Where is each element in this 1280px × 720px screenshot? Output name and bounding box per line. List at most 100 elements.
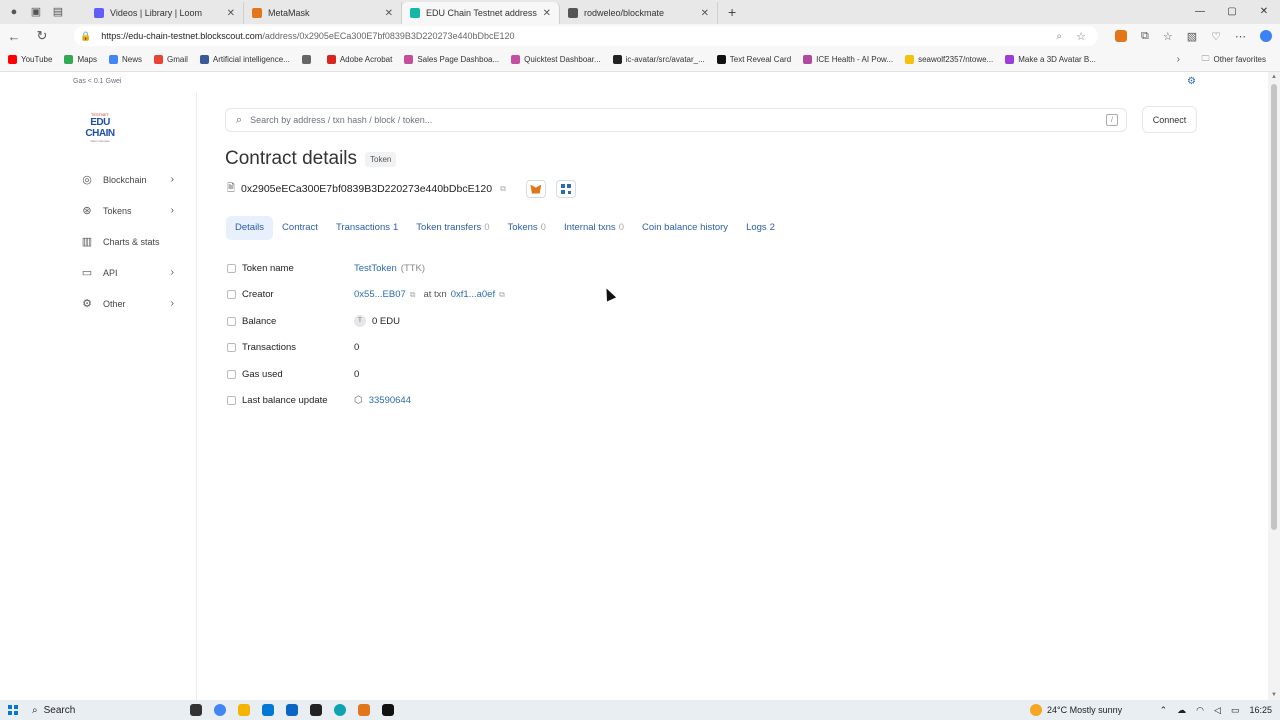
sidebar-item-charts-stats[interactable]: ▥ Charts & stats xyxy=(80,226,180,257)
copilot-icon[interactable] xyxy=(1260,29,1272,42)
collections-icon[interactable]: ▧ xyxy=(1187,30,1197,43)
tab-actions-icon[interactable]: ▤ xyxy=(52,6,64,18)
creator-address-link[interactable]: 0x55...EB07 xyxy=(354,289,406,300)
add-to-metamask-button[interactable] xyxy=(525,180,546,198)
close-tab-icon[interactable]: ✕ xyxy=(543,8,551,19)
creator-txn-link[interactable]: 0xf1...a0ef xyxy=(451,289,495,300)
tab-internal-txns[interactable]: Internal txns 0 xyxy=(555,216,633,240)
connect-wallet-button[interactable]: Connect xyxy=(1142,106,1197,133)
bookmark-item[interactable]: seawolf2357/ntowe... xyxy=(905,55,993,64)
tab-token-transfers[interactable]: Token transfers 0 xyxy=(407,216,498,240)
close-tab-icon[interactable]: ✕ xyxy=(227,8,235,19)
gas-value[interactable]: < 0.1 Gwei xyxy=(88,78,122,85)
url-field[interactable]: 🔒 https://edu-chain-testnet.blockscout.c… xyxy=(74,26,1098,46)
battery-icon[interactable]: ▭ xyxy=(1231,705,1240,716)
favorites-icon[interactable]: ☆ xyxy=(1163,30,1173,43)
wifi-icon[interactable]: ◠ xyxy=(1196,705,1204,716)
sidebar-item-api[interactable]: ▭ API › xyxy=(80,257,180,288)
tab-transactions[interactable]: Transactions 1 xyxy=(327,216,407,240)
outlook-icon[interactable] xyxy=(262,704,274,716)
copy-icon[interactable]: ⧉ xyxy=(410,290,416,300)
sidebar-item-tokens[interactable]: ⊛ Tokens › xyxy=(80,195,180,226)
browser-tab[interactable]: Videos | Library | Loom ✕ xyxy=(86,2,244,24)
sidebar-item-other[interactable]: ⚙ Other › xyxy=(80,288,180,319)
page-scrollbar[interactable]: ▲ ▼ xyxy=(1268,72,1280,700)
bookmark-item[interactable]: News xyxy=(109,55,142,64)
copy-icon[interactable]: ⧉ xyxy=(499,290,505,300)
reload-icon[interactable]: ↻ xyxy=(28,28,56,44)
sidebar-item-label: API xyxy=(103,267,118,278)
settings-gear-icon[interactable]: ⚙ xyxy=(1187,76,1196,87)
edu-chain-logo[interactable]: TESTNET EDU CHAIN Open Campus xyxy=(80,112,120,143)
mail-icon[interactable] xyxy=(286,704,298,716)
cloud-icon[interactable]: ☁ xyxy=(1177,705,1186,716)
info-icon[interactable] xyxy=(227,369,236,379)
copy-icon[interactable]: ⧉ xyxy=(500,184,506,194)
edge-icon[interactable] xyxy=(334,704,346,716)
browser-tab[interactable]: EDU Chain Testnet address details ✕ xyxy=(402,2,560,24)
bookmark-item[interactable]: Quicktest Dashboar... xyxy=(511,55,601,64)
maximize-icon[interactable]: ▢ xyxy=(1216,0,1248,24)
extensions-icon[interactable]: ⧉ xyxy=(1141,30,1149,43)
scroll-up-icon[interactable]: ▲ xyxy=(1271,74,1277,80)
profile-icon[interactable]: ● xyxy=(8,6,20,18)
taskbar-search[interactable]: ⌕ Search xyxy=(32,705,182,716)
metamask-extension-icon[interactable] xyxy=(1114,29,1127,42)
bookmark-item[interactable]: YouTube xyxy=(8,55,52,64)
chrome-icon[interactable] xyxy=(214,704,226,716)
bookmark-item[interactable]: Artificial intelligence... xyxy=(199,55,290,64)
bookmark-item[interactable]: Maps xyxy=(64,55,97,64)
tab-coin-balance-history[interactable]: Coin balance history xyxy=(633,216,737,240)
tab-contract[interactable]: Contract xyxy=(273,216,327,240)
favorite-star-icon[interactable]: ☆ xyxy=(1076,30,1086,43)
more-menu-icon[interactable]: ⋯ xyxy=(1235,30,1246,43)
weather-widget[interactable]: 24°C Mostly sunny xyxy=(1030,704,1122,716)
zoom-icon[interactable]: ⌕ xyxy=(1056,31,1062,42)
bookmark-item[interactable]: Sales Page Dashboa... xyxy=(404,55,499,64)
task-view-icon[interactable] xyxy=(190,704,202,716)
file-explorer-icon[interactable] xyxy=(238,704,250,716)
sidebar-item-blockchain[interactable]: ◎ Blockchain › xyxy=(80,164,180,195)
bookmark-item[interactable]: ic-avatar/src/avatar_... xyxy=(612,55,705,64)
info-icon[interactable] xyxy=(227,316,236,326)
tab-logs[interactable]: Logs 2 xyxy=(737,216,784,240)
minimize-icon[interactable]: — xyxy=(1184,0,1216,24)
clock-time[interactable]: 16:25 xyxy=(1249,705,1272,715)
back-icon[interactable]: ← xyxy=(0,29,28,44)
metamask-icon[interactable] xyxy=(358,704,370,716)
volume-icon[interactable]: ◁ xyxy=(1214,705,1221,716)
bookmark-item[interactable]: Text Reveal Card xyxy=(716,55,791,64)
info-icon[interactable] xyxy=(227,290,236,300)
bookmark-item[interactable]: Adobe Acrobat xyxy=(326,55,392,64)
info-icon[interactable] xyxy=(227,343,236,353)
close-window-icon[interactable]: ✕ xyxy=(1248,0,1280,24)
block-number-link[interactable]: 33590644 xyxy=(369,395,411,406)
info-icon[interactable] xyxy=(227,263,236,273)
tab-details[interactable]: Details xyxy=(226,216,274,240)
search-input[interactable] xyxy=(250,115,1071,125)
vscode-icon[interactable] xyxy=(310,704,322,716)
workspaces-icon[interactable]: ▣ xyxy=(30,6,42,18)
qr-code-button[interactable] xyxy=(555,180,576,198)
info-icon[interactable] xyxy=(227,396,236,406)
other-favorites[interactable]: 🗀 Other favorites xyxy=(1202,53,1266,67)
bookmark-item[interactable] xyxy=(301,55,315,64)
browser-tab[interactable]: MetaMask ✕ xyxy=(244,2,402,24)
bookmark-item[interactable]: Gmail xyxy=(154,55,188,64)
scrollbar-thumb[interactable] xyxy=(1271,84,1277,530)
scroll-down-icon[interactable]: ▼ xyxy=(1271,692,1277,698)
terminal-icon[interactable] xyxy=(382,704,394,716)
close-tab-icon[interactable]: ✕ xyxy=(385,8,393,19)
close-tab-icon[interactable]: ✕ xyxy=(701,8,709,19)
browser-tab[interactable]: rodweleo/blockmate ✕ xyxy=(560,2,718,24)
tab-tokens[interactable]: Tokens 0 xyxy=(499,216,555,240)
chevron-right-icon[interactable]: › xyxy=(1177,54,1180,65)
windows-start-icon[interactable] xyxy=(8,705,18,715)
token-name-link[interactable]: TestToken xyxy=(354,263,397,274)
new-tab-icon[interactable]: + xyxy=(728,4,736,20)
lock-icon[interactable]: 🔒 xyxy=(80,31,91,42)
chevron-up-icon[interactable]: ⌃ xyxy=(1160,705,1168,716)
bookmark-item[interactable]: ICE Health - AI Pow... xyxy=(803,55,893,64)
browser-essentials-icon[interactable]: ♡ xyxy=(1211,30,1221,43)
bookmark-item[interactable]: Make a 3D Avatar B... xyxy=(1005,55,1096,64)
